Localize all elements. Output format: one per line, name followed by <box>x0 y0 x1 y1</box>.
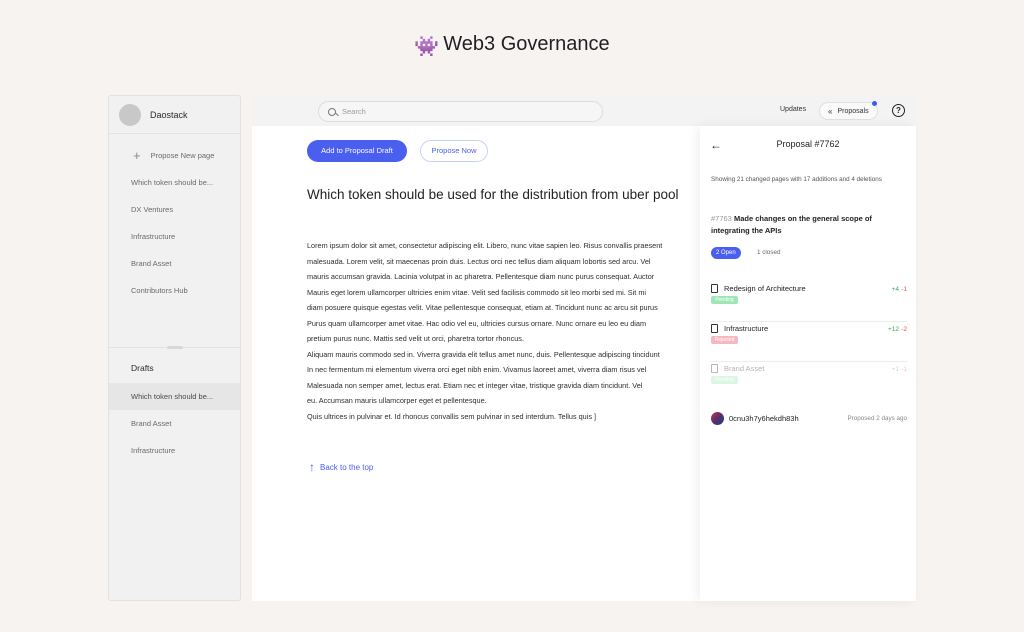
drafts-list: Which token should be... Brand Asset Inf… <box>109 383 240 464</box>
proposal-panel: ← Proposal #7762 Showing 21 changed page… <box>700 126 916 601</box>
drafts-heading: Drafts <box>131 363 154 373</box>
body-line: Lorem ipsum dolor sit amet, consectetur … <box>307 241 663 250</box>
status-badge: Rejected <box>711 336 738 344</box>
author-address[interactable]: 0cnu3h7y6hekdh83h <box>729 414 799 423</box>
deletions-count: -1 <box>901 366 907 373</box>
add-to-proposal-draft-button[interactable]: Add to Proposal Draft <box>307 140 407 162</box>
propose-now-button[interactable]: Propose Now <box>420 140 488 162</box>
draft-item-infrastructure[interactable]: Infrastructure <box>109 437 240 464</box>
sidebar-item-brand-asset[interactable]: Brand Asset <box>109 250 240 277</box>
file-name: Infrastructure <box>724 324 769 333</box>
search-input[interactable]: Search <box>318 101 603 122</box>
sidebar-item-token[interactable]: Which token should be... <box>109 169 240 196</box>
avatar <box>119 103 141 126</box>
alien-monster-icon: 👾 <box>414 36 440 58</box>
page-title: Web3 Governance <box>443 33 610 55</box>
additions-count: +12 <box>887 326 899 333</box>
body-line: Aliquam mauris commodo sed in. Viverra g… <box>307 349 660 359</box>
changed-file-row[interactable]: Brand Asset Pending +1 -1 <box>711 362 907 402</box>
author-row: 0cnu3h7y6hekdh83h Proposed 2 days ago <box>711 412 907 426</box>
body-line: mauris accumsan gravida. Lacinia volutpa… <box>307 272 655 281</box>
author-avatar[interactable] <box>711 412 724 425</box>
double-chevron-left-icon: « <box>828 106 833 116</box>
body-line: diam posuere quisque egestas velit. Vita… <box>307 303 658 312</box>
pull-request-title[interactable]: #7763 Made changes on the general scope … <box>711 213 906 237</box>
updates-button[interactable]: Updates <box>780 106 806 113</box>
workspace-header[interactable]: Daostack <box>109 96 240 134</box>
search-icon <box>328 107 336 116</box>
propose-new-page-label: Propose New page <box>150 150 215 160</box>
workspace-name: Daostack <box>150 109 188 120</box>
deletions-count: -1 <box>901 286 907 293</box>
sidebar-item-contributors-hub[interactable]: Contributors Hub <box>109 277 240 304</box>
status-badge: Pending <box>711 296 738 304</box>
pull-request-text: Made changes on the general scope of int… <box>711 214 872 235</box>
status-badge: Pending <box>711 376 738 384</box>
deletions-count: -2 <box>901 326 907 333</box>
sidebar-item-dx-ventures[interactable]: DX Ventures <box>109 196 240 223</box>
closed-count[interactable]: 1 closed <box>757 249 780 256</box>
draft-item-brand-asset[interactable]: Brand Asset <box>109 410 240 437</box>
change-summary: Showing 21 changed pages with 17 additio… <box>711 176 882 183</box>
resize-handle[interactable] <box>167 346 183 349</box>
help-icon[interactable]: ? <box>892 104 905 117</box>
arrow-up-icon: ↑ <box>309 460 315 474</box>
body-line: Malesuada non semper amet, lectus erat. … <box>307 380 643 390</box>
file-icon <box>711 364 718 373</box>
changed-file-row[interactable]: Redesign of Architecture Pending +4 -1 <box>711 282 907 322</box>
plus-icon: + <box>133 147 141 163</box>
propose-new-page-button[interactable]: + Propose New page <box>109 147 240 163</box>
back-to-top-label: Back to the top <box>320 462 374 472</box>
proposal-title: Proposal #7762 <box>776 139 840 149</box>
document-body: Lorem ipsum dolor sit amet, consectetur … <box>307 238 707 424</box>
body-line: eu. Accumsan mauris ullamcorper eget et … <box>307 396 487 405</box>
page-heading: 👾 Web3 Governance <box>0 33 1024 59</box>
draft-item-token[interactable]: Which token should be... <box>109 383 240 410</box>
additions-count: +1 <box>891 366 899 373</box>
proposed-time: Proposed 2 days ago <box>847 415 907 422</box>
sidebar-pages: Which token should be... DX Ventures Inf… <box>109 169 240 304</box>
sidebar-item-infrastructure[interactable]: Infrastructure <box>109 223 240 250</box>
pull-request-number: #7763 <box>711 214 732 223</box>
open-count-badge[interactable]: 2 Open <box>711 247 741 259</box>
file-icon <box>711 324 718 333</box>
file-icon <box>711 284 718 293</box>
body-line: malesuada. Lorem velit, sit maecenas pro… <box>307 256 651 266</box>
notification-dot <box>871 101 877 106</box>
file-name: Brand Asset <box>724 364 765 373</box>
document-title: Which token should be used for the distr… <box>307 187 679 202</box>
proposals-label: Proposals <box>837 107 869 115</box>
changed-file-row[interactable]: Infrastructure Rejected +12 -2 <box>711 322 907 362</box>
search-placeholder: Search <box>342 107 366 116</box>
body-line: Mauris eget lorem ullamcorper ultricies … <box>307 287 647 297</box>
body-line: Quis ultrices in pulvinar et. Id rhoncus… <box>307 411 597 421</box>
back-to-top-link[interactable]: ↑ Back to the top <box>309 461 373 473</box>
body-line: pretium purus nunc. Mattis sed velit ut … <box>307 334 524 343</box>
body-line: Purus quam ullamcorper amet vitae. Hac o… <box>307 318 647 328</box>
body-line: In nec fermentum mi elementum viverra or… <box>307 365 647 374</box>
proposals-button[interactable]: « Proposals <box>819 101 878 120</box>
file-name: Redesign of Architecture <box>724 284 806 293</box>
sidebar: Daostack + Propose New page Which token … <box>108 95 241 601</box>
additions-count: +4 <box>891 286 899 293</box>
top-bar: Search Updates « Proposals ? <box>252 95 916 126</box>
